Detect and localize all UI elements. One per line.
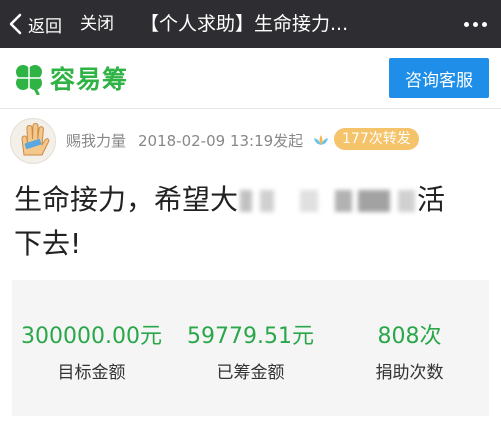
fundraising-stats: 300000.00元 目标金额 59779.51元 已筹金额 808次 捐助次数 — [12, 280, 489, 416]
share-count-badge: 177次转发 — [334, 128, 419, 150]
campaign-title-line2: 下去! — [14, 227, 82, 260]
clover-logo-icon — [16, 65, 42, 95]
more-dot-icon — [482, 21, 487, 27]
brand-header: 容易筹 咨询客服 — [0, 48, 501, 109]
blurred-name-region — [240, 190, 416, 212]
raised-hand-icon — [21, 122, 50, 156]
brand-logo-text: 容易筹 — [50, 65, 129, 94]
chevron-left-icon — [9, 13, 22, 35]
brand-logo[interactable]: 容易筹 — [12, 60, 128, 96]
avatar[interactable] — [10, 118, 56, 164]
more-dot-icon — [464, 21, 469, 27]
author-row: 赐我力量 2018-02-09 13:19发起 177次转发 — [0, 118, 501, 168]
campaign-title: 生命接力，希望大 活 下去! — [14, 178, 494, 266]
back-label: 返回 — [28, 16, 62, 37]
consult-service-button[interactable]: 咨询客服 — [389, 58, 489, 98]
campaign-title-end: 活 — [417, 183, 446, 216]
stat-donations-label: 捐助次数 — [375, 363, 444, 383]
more-dot-icon — [473, 21, 478, 27]
stat-target-value: 300000.00元 — [21, 324, 162, 349]
stat-target-label: 目标金额 — [57, 363, 126, 383]
back-button[interactable]: 返回 — [6, 0, 62, 48]
stat-raised-label: 已筹金额 — [216, 363, 285, 383]
campaign-title-start: 生命接力，希望大 — [14, 183, 239, 216]
more-menu-button[interactable] — [464, 0, 487, 48]
close-button[interactable]: 关闭 — [80, 0, 114, 48]
top-navbar: 返回 关闭 【个人求助】生命接力... — [0, 0, 501, 48]
author-name[interactable]: 赐我力量 — [66, 130, 126, 151]
post-time: 2018-02-09 13:19发起 — [138, 132, 304, 150]
lotus-icon — [314, 135, 328, 145]
stat-donations-value: 808次 — [377, 324, 442, 349]
stat-raised-value: 59779.51元 — [187, 324, 314, 349]
page-title: 【个人求助】生命接力... — [140, 13, 349, 35]
